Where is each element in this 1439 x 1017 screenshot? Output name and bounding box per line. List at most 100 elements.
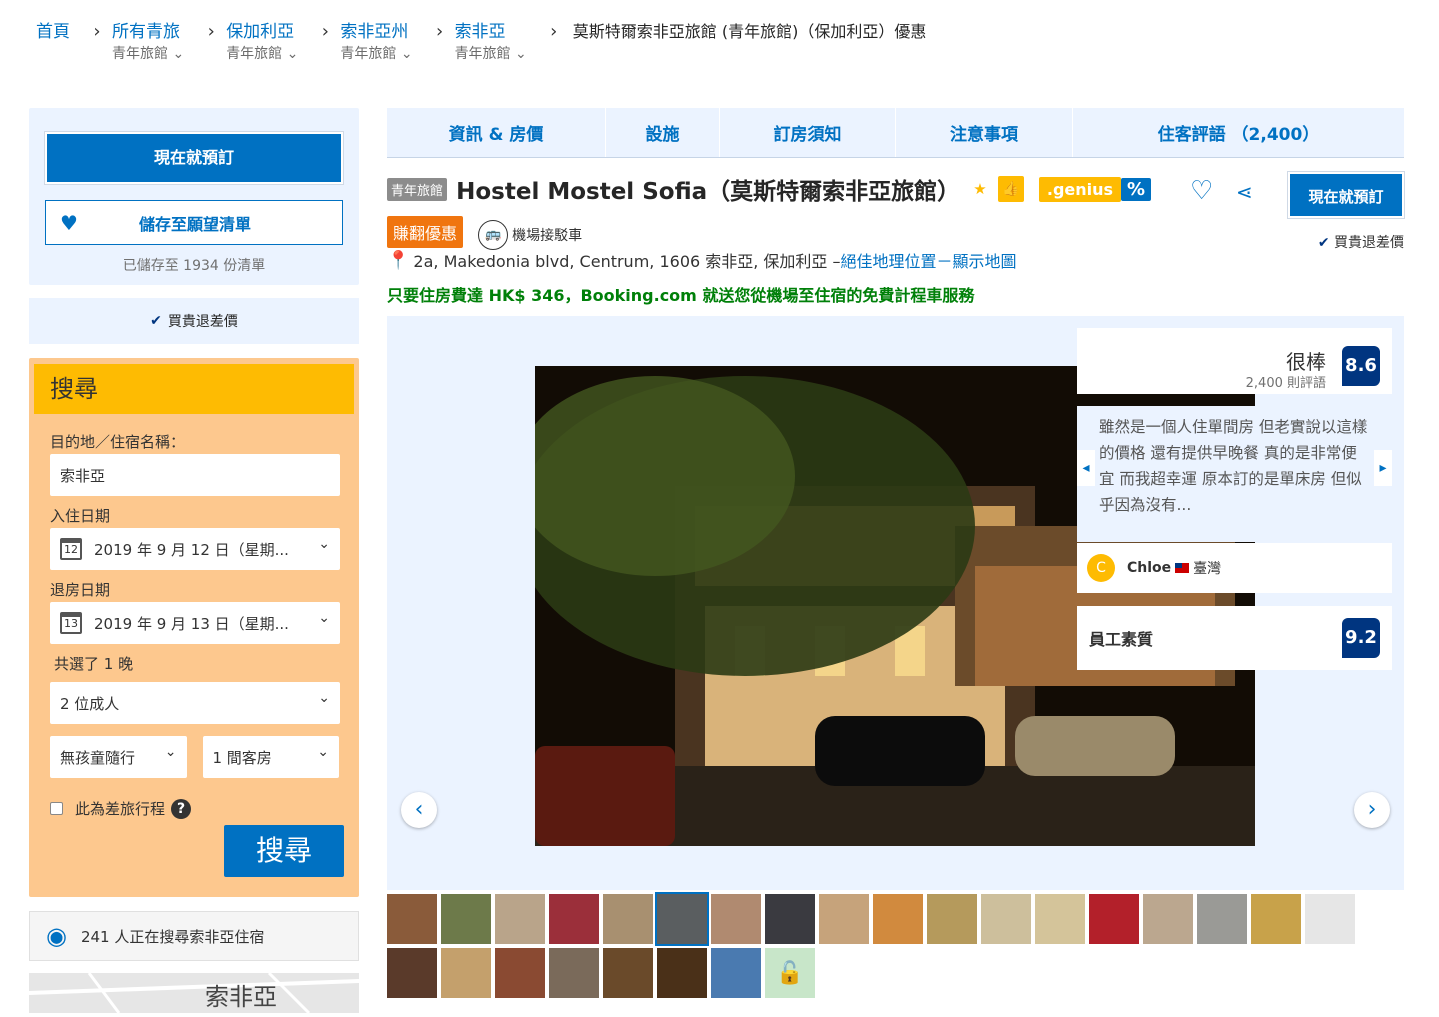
score-word: 很棒 (1286, 350, 1326, 374)
photo-thumbnail[interactable] (819, 894, 869, 944)
review-prev-button[interactable]: ◂ (1077, 450, 1095, 486)
photo-thumbnail[interactable] (549, 894, 599, 944)
tab-info-prices[interactable]: 資訊 & 房價 (387, 108, 606, 157)
photo-thumbnail[interactable] (981, 894, 1031, 944)
tab-facilities[interactable]: 設施 (606, 108, 720, 157)
photo-thumbnail[interactable] (441, 894, 491, 944)
photo-thumbnail[interactable] (1089, 894, 1139, 944)
breadcrumb-current: 莫斯特爾索非亞旅館 (青年旅館)（保加利亞）優惠 (572, 22, 927, 41)
star-icon: ★ (973, 180, 987, 198)
photo-thumbnail[interactable] (1197, 894, 1247, 944)
breadcrumb-sub-dropdown[interactable]: 青年旅館 ⌄ (340, 44, 412, 64)
review-next-button[interactable]: ▸ (1374, 450, 1392, 486)
price-match-label: 買貴退差價 (167, 314, 238, 330)
gallery-next-button[interactable]: › (1354, 792, 1390, 828)
breadcrumb-link[interactable]: 保加利亞 (226, 20, 298, 44)
heart-icon[interactable]: ♡ (1190, 176, 1213, 206)
checkout-value: 2019 年 9 月 13 日（星期... (94, 614, 289, 633)
genius-discount-badge: % (1121, 177, 1152, 201)
photo-thumbnail[interactable] (387, 948, 437, 998)
saved-count: 已儲存至 1934 份清單 (122, 258, 266, 274)
photo-thumbnail[interactable] (1251, 894, 1301, 944)
breadcrumb-link[interactable]: 所有青旅 (112, 20, 184, 44)
staff-score-badge: 9.2 (1342, 618, 1380, 658)
map-roads (29, 973, 359, 1013)
unlock-icon[interactable]: 🔓 (765, 948, 815, 998)
photo-thumbnail-active[interactable] (655, 892, 709, 946)
save-wishlist-button[interactable]: ♥ 儲存至願望清單 (45, 200, 343, 245)
tab-house-rules[interactable]: 訂房須知 (720, 108, 896, 157)
booking-box: 現在就預訂 ♥ 儲存至願望清單 已儲存至 1934 份清單 (29, 108, 359, 285)
business-trip-checkbox[interactable] (50, 802, 63, 815)
breadcrumb-item-sofia[interactable]: 索非亞 青年旅館 ⌄ (455, 20, 527, 72)
photo-thumbnail[interactable] (927, 894, 977, 944)
photo-thumbnail[interactable] (495, 894, 545, 944)
chevron-right-icon: › (321, 21, 329, 42)
rooms-value: 1 間客房 (212, 748, 272, 767)
chevron-right-icon: › (550, 21, 558, 42)
rooms-select[interactable]: 1 間客房 ⌄ (202, 736, 339, 778)
chevron-down-icon: ⌄ (318, 536, 330, 552)
review-count: 2,400 則評語 (1245, 376, 1326, 391)
photo-thumbnail[interactable] (711, 894, 761, 944)
breadcrumb-link[interactable]: 首頁 (36, 20, 70, 44)
free-taxi-promo: 只要住房費達 HK$ 346，Booking.com 就送您從機場至住宿的免費計… (387, 286, 975, 305)
book-now-button-header[interactable]: 現在就預訂 (1287, 171, 1405, 219)
book-now-button[interactable]: 現在就預訂 (44, 131, 344, 185)
photo-thumbnail[interactable] (495, 948, 545, 998)
gallery-prev-button[interactable]: ‹ (401, 792, 437, 828)
photo-thumbnail[interactable] (603, 948, 653, 998)
breadcrumb-sub-dropdown[interactable]: 青年旅館 ⌄ (112, 44, 184, 64)
main-content: 資訊 & 房價 設施 訂房須知 注意事項 住客評語 （2,400） 青年旅館 H… (387, 108, 1405, 998)
breadcrumb-item-bulgaria[interactable]: 保加利亞 青年旅館 ⌄ (226, 20, 298, 72)
checkout-select[interactable]: 13 2019 年 9 月 13 日（星期... ⌄ (50, 602, 340, 644)
destination-input[interactable]: 索非亞 (50, 454, 340, 496)
review-score-card[interactable]: 很棒 2,400 則評語 8.6 (1077, 328, 1392, 394)
hotel-header: 青年旅館 Hostel Mostel Sofia（莫斯特爾索非亞旅館） ★ 👍 … (387, 171, 1405, 251)
shield-check-icon: ✔ (1317, 235, 1330, 251)
breadcrumb-item-all-hostels[interactable]: 所有青旅 青年旅館 ⌄ (112, 20, 184, 72)
airport-shuttle-badge: 🚌 機場接駁車 (478, 219, 582, 250)
map-thumbnail[interactable]: 索非亞 (29, 973, 359, 1013)
photo-thumbnail[interactable] (441, 948, 491, 998)
photo-thumbnail[interactable] (873, 894, 923, 944)
photo-thumbnail[interactable] (765, 894, 815, 944)
map-city-label: 索非亞 (205, 983, 277, 1011)
genius-badge[interactable]: .genius (1038, 176, 1122, 202)
tab-fine-print[interactable]: 注意事項 (896, 108, 1073, 157)
chevron-right-icon: › (207, 21, 215, 42)
search-button[interactable]: 搜尋 (224, 825, 344, 877)
photo-thumbnail[interactable] (657, 948, 707, 998)
photo-thumbnail[interactable] (387, 894, 437, 944)
children-select[interactable]: 無孩童隨行 ⌄ (50, 736, 187, 778)
breadcrumb-link[interactable]: 索非亞 (455, 20, 527, 44)
breadcrumb-sub-dropdown[interactable]: 青年旅館 ⌄ (226, 44, 298, 64)
photo-thumbnail[interactable] (1035, 894, 1085, 944)
chevron-right-icon: › (93, 21, 101, 42)
photo-thumbnail[interactable] (1305, 894, 1355, 944)
price-match-header[interactable]: ✔ 買貴退差價 (1318, 232, 1404, 252)
destination-value: 索非亞 (60, 466, 106, 485)
photo-thumbnail[interactable] (549, 948, 599, 998)
chevron-down-icon: ⌄ (318, 690, 330, 706)
share-icon[interactable]: ⋖ (1236, 180, 1253, 204)
photo-thumbnail[interactable] (1143, 894, 1193, 944)
checkin-value: 2019 年 9 月 12 日（星期... (94, 540, 289, 559)
breadcrumb-sub-dropdown[interactable]: 青年旅館 ⌄ (455, 44, 527, 64)
show-map-link[interactable]: 絕佳地理位置－顯示地圖 (841, 248, 1017, 272)
checkin-select[interactable]: 12 2019 年 9 月 12 日（星期... ⌄ (50, 528, 340, 570)
breadcrumb-item-home[interactable]: 首頁 (36, 20, 70, 72)
tab-reviews[interactable]: 住客評語 （2,400） (1073, 108, 1404, 157)
photo-thumbnail[interactable] (603, 894, 653, 944)
help-icon[interactable]: ? (171, 798, 192, 819)
breadcrumb-item-sofia-province[interactable]: 索非亞州 青年旅館 ⌄ (340, 20, 412, 72)
reviewer-country: 臺灣 (1193, 561, 1222, 577)
reviewer-name: Chloe (1127, 560, 1172, 576)
price-match-box[interactable]: ✔ 買貴退差價 (29, 298, 359, 344)
photo-gallery: ‹ › 很棒 2,400 則評語 8.6 ◂ 雖然是一個人住單間房 但老實說以這… (387, 316, 1404, 890)
hotel-name: Hostel Mostel Sofia（莫斯特爾索非亞旅館） (456, 179, 961, 205)
breadcrumb-link[interactable]: 索非亞州 (340, 20, 412, 44)
photo-thumbnail[interactable] (711, 948, 761, 998)
adults-select[interactable]: 2 位成人 ⌄ (50, 682, 340, 724)
checkin-label: 入住日期 (50, 507, 111, 525)
